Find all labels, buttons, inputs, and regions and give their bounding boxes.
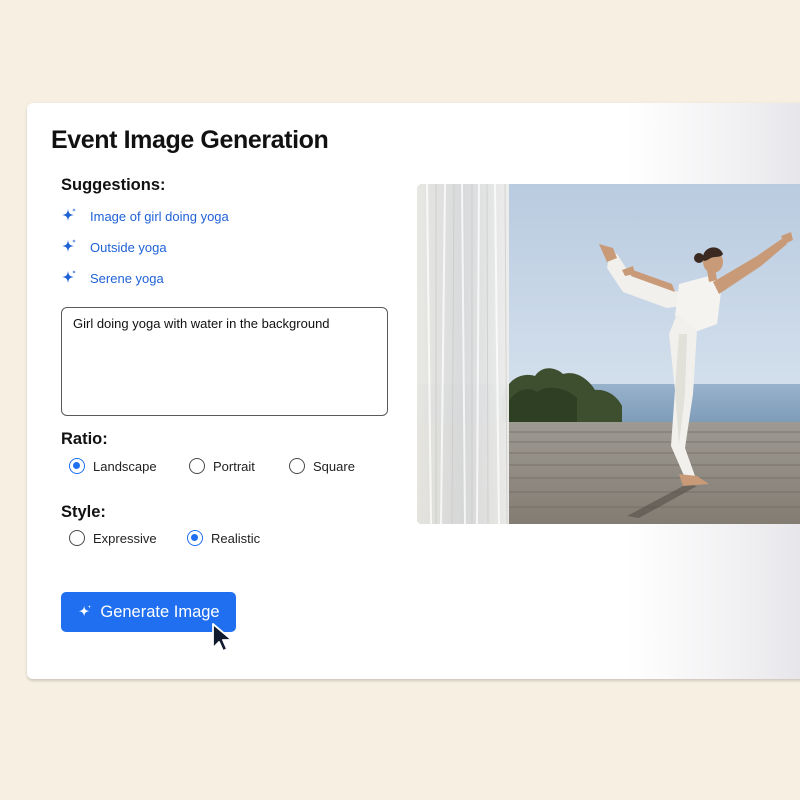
style-label: Style: xyxy=(61,503,106,521)
suggestion-text: Image of girl doing yoga xyxy=(90,208,229,224)
radio-unchecked xyxy=(289,458,305,474)
prompt-textarea[interactable]: Girl doing yoga with water in the backgr… xyxy=(61,307,388,416)
suggestion-item-3[interactable]: Serene yoga xyxy=(60,268,164,288)
suggestion-item-1[interactable]: Image of girl doing yoga xyxy=(60,206,229,226)
mouse-pointer-icon xyxy=(212,623,233,652)
suggestions-label: Suggestions: xyxy=(61,176,166,194)
sparkle-icon xyxy=(62,239,76,252)
ratio-label: Ratio: xyxy=(61,430,108,448)
sparkle-icon xyxy=(62,208,76,221)
style-option-expressive[interactable]: Expressive xyxy=(69,529,157,547)
generated-image-preview xyxy=(417,184,800,524)
ratio-option-label: Portrait xyxy=(213,458,255,474)
sparkle-icon xyxy=(62,270,76,283)
suggestion-text: Outside yoga xyxy=(90,239,167,255)
generate-button-label: Generate Image xyxy=(100,602,220,621)
yoga-photo xyxy=(417,184,800,524)
ratio-option-square[interactable]: Square xyxy=(289,457,355,475)
radio-unchecked xyxy=(69,530,85,546)
radio-checked xyxy=(187,530,203,546)
style-option-realistic[interactable]: Realistic xyxy=(187,529,260,547)
style-option-label: Realistic xyxy=(211,530,261,546)
ratio-option-label: Landscape xyxy=(93,458,157,474)
ratio-option-landscape[interactable]: Landscape xyxy=(69,457,157,475)
sparkle-icon xyxy=(79,604,92,617)
ratio-option-portrait[interactable]: Portrait xyxy=(189,457,255,475)
page-title: Event Image Generation xyxy=(51,126,329,154)
style-option-label: Expressive xyxy=(93,530,157,546)
suggestion-item-2[interactable]: Outside yoga xyxy=(60,237,167,257)
radio-unchecked xyxy=(189,458,205,474)
radio-checked xyxy=(69,458,85,474)
suggestion-text: Serene yoga xyxy=(90,270,164,286)
ratio-option-label: Square xyxy=(313,458,355,474)
generate-image-button[interactable]: Generate Image xyxy=(61,592,236,632)
